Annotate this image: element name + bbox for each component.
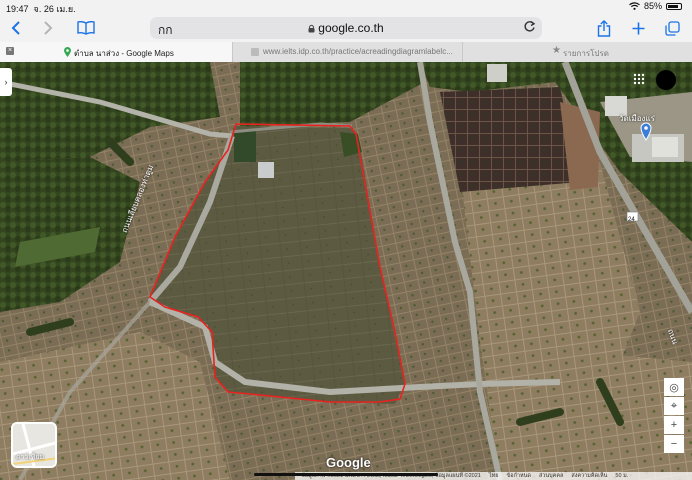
plus-icon: + [670,419,678,431]
tab-label: ตำบล นาส่วง - Google Maps [74,49,174,58]
my-location-button[interactable]: ⌖ [664,397,684,415]
tab-label: www.ielts.idp.co.th/practice/acreadingdi… [263,47,453,56]
star-icon: ★ [552,45,561,56]
chevron-left-icon [11,21,20,35]
zoom-out-button[interactable]: − [664,435,684,453]
tab-favorites[interactable]: ★ รายการโปรด [462,42,692,62]
forward-button[interactable] [38,18,58,38]
minus-icon: − [670,438,678,450]
google-logo: Google [326,455,371,470]
status-date: จ. 26 เม.ย. [33,4,76,14]
account-avatar[interactable] [656,70,676,90]
lock-icon [308,24,315,33]
map-view[interactable]: ถนนเลียบคลองท่าตูม วัดเมืองแร่ 24 ถนน [0,62,692,480]
maps-pin-icon [64,47,71,57]
zoom-in-button[interactable]: + [664,416,684,434]
footer-link-privacy[interactable]: ส่วนบุคคล [539,472,563,480]
compass-icon: ◎ [669,381,679,394]
status-right: 85% [629,1,682,11]
map-controls: ◎ ⌖ + − [664,378,684,454]
reload-icon [524,20,536,32]
chevron-right-icon: › [4,77,8,87]
wifi-icon [629,2,640,10]
tab-google-maps[interactable]: × ตำบล นาส่วง - Google Maps [0,42,232,62]
tab-bar: × ตำบล นาส่วง - Google Maps www.ielts.id… [0,42,692,63]
bookmarks-button[interactable] [76,18,96,38]
side-panel-toggle[interactable]: › [0,68,12,96]
tabs-overview-button[interactable] [662,18,682,38]
footer-link-terms[interactable]: ข้อกำหนด [506,472,530,480]
close-tab-button[interactable]: × [6,47,14,55]
tab-label: รายการโปรด [563,49,609,58]
footer-link-language[interactable]: ไทย [489,472,499,480]
chevron-right-icon [44,21,53,35]
location-icon: ⌖ [670,399,678,412]
footer-link-feedback[interactable]: ส่งความคิดเห็น [571,472,607,480]
thumbnail-label: ดาวเทียม [16,454,45,461]
status-bar: 19:47 จ. 26 เม.ย. 85% [0,0,692,14]
compass-button[interactable]: ◎ [664,378,684,396]
browser-toolbar: กก google.co.th [0,14,692,42]
tabs-icon [664,20,680,36]
battery-icon [666,2,682,10]
home-indicator [254,473,438,476]
tab-ielts[interactable]: www.ielts.idp.co.th/practice/acreadingdi… [232,42,462,62]
new-tab-button[interactable] [628,18,648,38]
back-button[interactable] [6,18,26,38]
apps-grid-button[interactable] [633,72,645,85]
address-bar[interactable]: กก google.co.th [150,17,542,39]
layer-thumbnail[interactable]: ดาวเทียม [11,422,57,468]
scale-bar: 50 ม. [615,473,629,479]
grid-icon [633,73,645,85]
globe-icon [251,48,259,56]
reload-button[interactable] [523,20,536,36]
satellite-imagery[interactable] [0,62,692,480]
road-number: 24 [628,217,635,223]
battery-percent: 85% [643,1,662,11]
plus-icon [632,22,644,34]
share-icon [597,19,611,37]
address-url: google.co.th [150,21,542,35]
book-icon [77,21,95,35]
share-button[interactable] [594,18,614,38]
place-label: วัดเมืองแร่ [619,114,655,123]
url-text: google.co.th [318,21,384,35]
